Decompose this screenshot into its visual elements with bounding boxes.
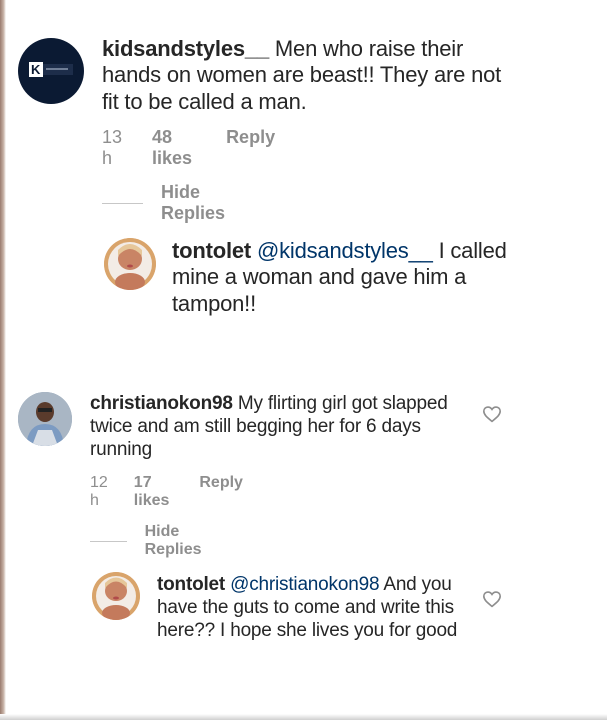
- hide-replies-label: Hide Replies: [144, 523, 202, 558]
- comment-time: 13 h: [102, 127, 123, 168]
- divider-line: [102, 202, 143, 204]
- screenshot-left-edge: [0, 0, 6, 720]
- comment-username[interactable]: kidsandstyles__: [102, 36, 269, 61]
- reply-button[interactable]: Reply: [199, 474, 243, 510]
- profile-photo-icon: [18, 392, 72, 446]
- reply-button[interactable]: Reply: [226, 127, 275, 169]
- heart-outline-icon[interactable]: [482, 590, 502, 608]
- comment-likes[interactable]: 48 likes: [152, 127, 192, 169]
- reply-body: tontolet @kidsandstyles__ I called mine …: [172, 238, 522, 317]
- heart-outline-icon[interactable]: [482, 405, 502, 423]
- avatar-christianokon98[interactable]: [18, 392, 72, 446]
- profile-photo-icon: [104, 238, 156, 290]
- hide-replies-toggle[interactable]: Hide Replies: [90, 523, 215, 559]
- screenshot-bottom-edge: [0, 714, 607, 720]
- reply-mention[interactable]: @kidsandstyles__: [257, 238, 433, 263]
- comment-body: kidsandstyles__ Men who raise their hand…: [102, 36, 522, 115]
- kidsandstyles-logo-icon: K: [29, 62, 73, 77]
- comment-meta: 13 h 48 likes Reply: [102, 127, 309, 169]
- reply-username[interactable]: tontolet: [172, 238, 251, 263]
- comment-likes[interactable]: 17 likes: [134, 474, 170, 510]
- comment-meta: 12 h 17 likes Reply: [90, 474, 277, 510]
- reply-username[interactable]: tontolet: [157, 574, 225, 595]
- svg-text:K: K: [31, 62, 41, 77]
- hide-replies-label: Hide Replies: [160, 182, 225, 223]
- comment-username[interactable]: christianokon98: [90, 393, 233, 414]
- reply-mention[interactable]: @christianokon98: [230, 574, 379, 595]
- avatar-kidsandstyles[interactable]: K: [18, 38, 84, 104]
- avatar-tontolet[interactable]: [104, 238, 156, 290]
- comment-time: 12 h: [90, 474, 108, 509]
- avatar-tontolet[interactable]: [92, 572, 140, 620]
- divider-line: [90, 540, 127, 542]
- reply-body: tontolet @christianokon98 And you have t…: [157, 574, 462, 642]
- hide-replies-toggle[interactable]: Hide Replies: [102, 182, 240, 224]
- comment-body: christianokon98 My flirting girl got sla…: [90, 393, 460, 461]
- profile-photo-icon: [92, 572, 140, 620]
